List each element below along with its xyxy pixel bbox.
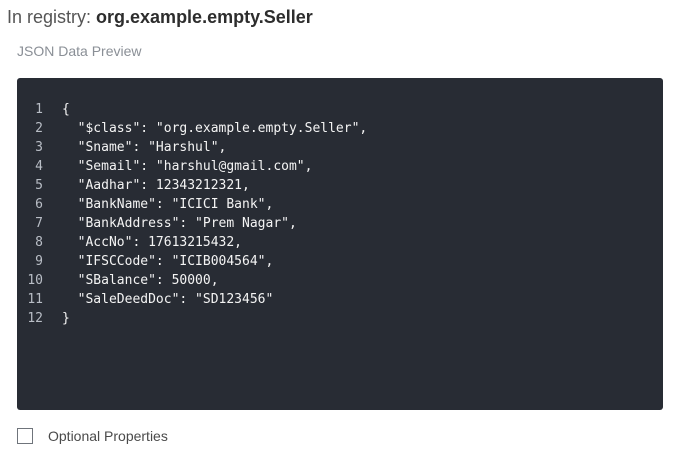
json-code-editor[interactable]: 1 { 2 "$class": "org.example.empty.Selle… [17, 78, 663, 410]
code-line: 11 "SaleDeedDoc": "SD123456" [17, 290, 663, 309]
line-number: 3 [35, 140, 43, 155]
code-line: 4 "Semail": "harshul@gmail.com", [17, 157, 663, 176]
code-line: 3 "Sname": "Harshul", [17, 138, 663, 157]
code-line: 9 "IFSCCode": "ICIB004564", [17, 252, 663, 271]
line-number: 1 [35, 102, 43, 117]
code-line: 10 "SBalance": 50000, [17, 271, 663, 290]
line-text: "SBalance": 50000, [62, 273, 219, 288]
line-text: "AccNo": 17613215432, [62, 235, 243, 250]
line-text: "SaleDeedDoc": "SD123456" [62, 292, 274, 307]
registry-name: org.example.empty.Seller [96, 7, 313, 27]
line-text: { [62, 102, 70, 117]
optional-properties-row[interactable]: Optional Properties [17, 425, 168, 447]
line-number: 7 [35, 216, 43, 231]
line-text: } [62, 311, 70, 326]
line-text: "BankAddress": "Prem Nagar", [62, 216, 297, 231]
line-text: "Semail": "harshul@gmail.com", [62, 159, 313, 174]
registry-title: In registry: org.example.empty.Seller [7, 6, 313, 28]
line-number: 6 [35, 197, 43, 212]
line-number: 4 [35, 159, 43, 174]
line-number: 8 [35, 235, 43, 250]
line-text: "BankName": "ICICI Bank", [62, 197, 274, 212]
code-line: 12 } [17, 309, 663, 328]
line-number: 5 [35, 178, 43, 193]
line-text: "Sname": "Harshul", [62, 140, 227, 155]
code-line: 1 { [17, 100, 663, 119]
line-number: 12 [27, 311, 43, 326]
line-number: 11 [27, 292, 43, 307]
optional-properties-label[interactable]: Optional Properties [48, 425, 168, 447]
registry-prefix: In registry: [7, 7, 97, 27]
line-number: 2 [35, 121, 43, 136]
code-line: 5 "Aadhar": 12343212321, [17, 176, 663, 195]
line-text: "IFSCCode": "ICIB004564", [62, 254, 274, 269]
line-text: "$class": "org.example.empty.Seller", [62, 121, 368, 136]
json-preview-label: JSON Data Preview [17, 43, 142, 59]
code-line: 7 "BankAddress": "Prem Nagar", [17, 214, 663, 233]
line-text: "Aadhar": 12343212321, [62, 178, 250, 193]
code-line: 8 "AccNo": 17613215432, [17, 233, 663, 252]
code-line: 2 "$class": "org.example.empty.Seller", [17, 119, 663, 138]
line-number: 10 [27, 273, 43, 288]
code-line: 6 "BankName": "ICICI Bank", [17, 195, 663, 214]
optional-properties-checkbox[interactable] [17, 428, 33, 444]
line-number: 9 [35, 254, 43, 269]
